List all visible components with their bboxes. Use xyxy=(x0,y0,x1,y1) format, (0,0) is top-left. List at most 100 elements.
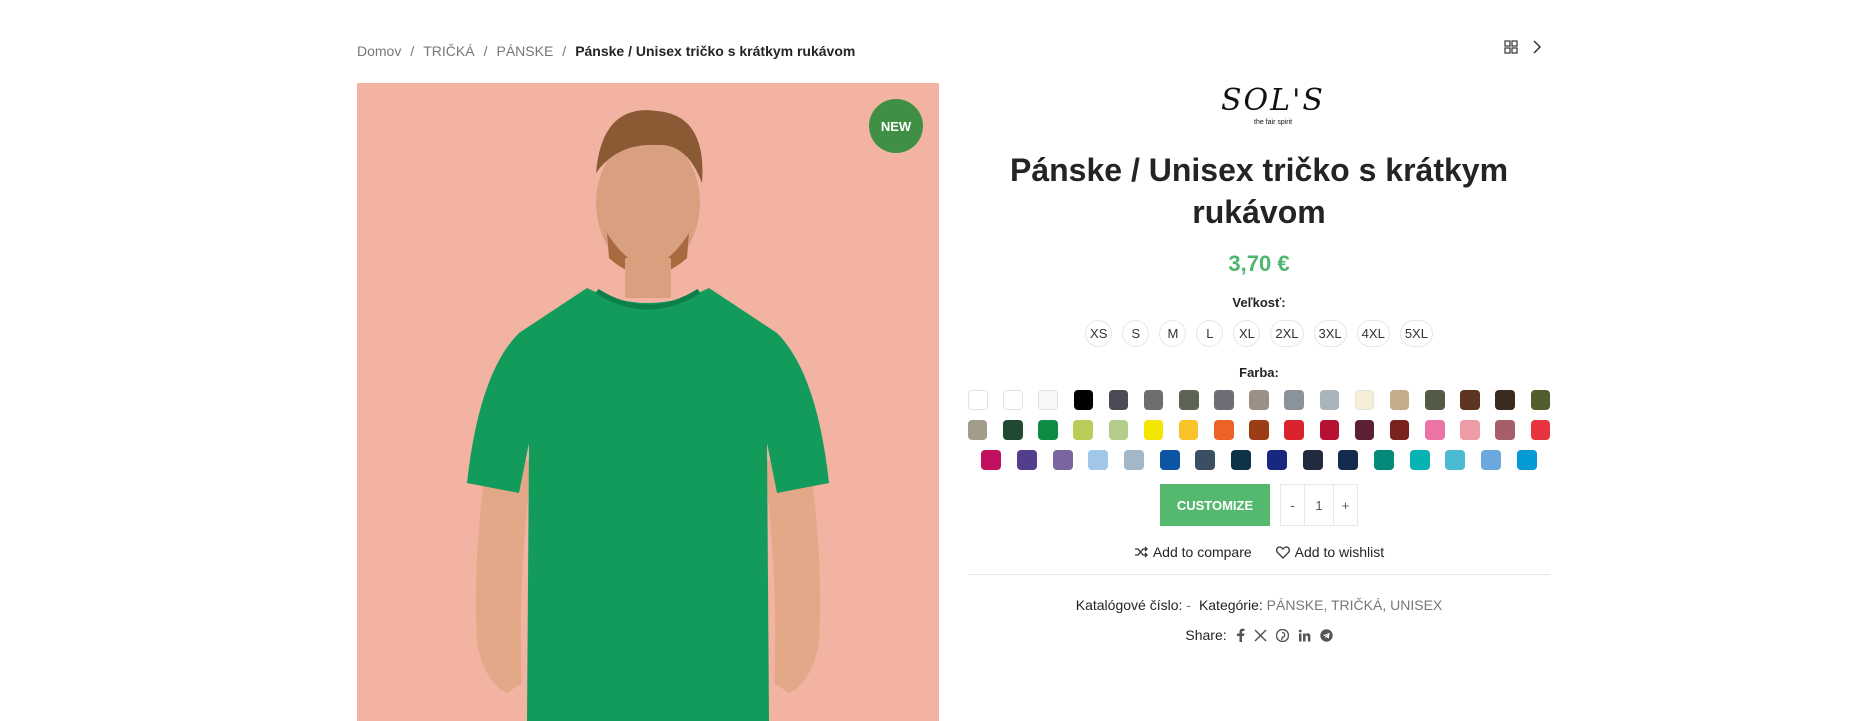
color-swatch[interactable] xyxy=(1214,420,1234,440)
color-swatch[interactable] xyxy=(1409,450,1430,470)
heart-icon xyxy=(1275,545,1290,559)
size-option-s[interactable]: S xyxy=(1122,320,1150,347)
brand-logo[interactable]: SOL'S the fair spirit xyxy=(1209,83,1323,133)
breadcrumb-home[interactable]: Domov xyxy=(357,43,401,59)
breadcrumb-separator: / xyxy=(562,43,567,59)
color-swatch[interactable] xyxy=(1159,450,1180,470)
color-swatch[interactable] xyxy=(1445,450,1466,470)
color-swatch[interactable] xyxy=(1214,390,1234,410)
color-swatch[interactable] xyxy=(1389,420,1410,440)
breadcrumb-separator: / xyxy=(410,43,415,59)
color-swatch[interactable] xyxy=(968,390,988,410)
color-swatch[interactable] xyxy=(1108,390,1129,410)
product-image[interactable]: NEW xyxy=(357,83,939,721)
color-swatch[interactable] xyxy=(1530,420,1550,440)
share-row: Share: xyxy=(968,627,1550,643)
quantity-increase-button[interactable]: + xyxy=(1333,485,1357,525)
x-icon[interactable] xyxy=(1254,628,1267,642)
color-swatch[interactable] xyxy=(1231,450,1252,470)
breadcrumb-panske[interactable]: PÁNSKE xyxy=(496,43,553,59)
breadcrumb-tricka[interactable]: TRIČKÁ xyxy=(423,43,474,59)
color-swatch[interactable] xyxy=(1003,390,1023,410)
size-option-4xl[interactable]: 4XL xyxy=(1356,320,1390,347)
color-swatch[interactable] xyxy=(1143,390,1164,410)
color-swatch[interactable] xyxy=(1088,450,1109,470)
color-swatch[interactable] xyxy=(1302,450,1323,470)
color-swatch[interactable] xyxy=(1480,450,1501,470)
color-swatch[interactable] xyxy=(1354,390,1375,410)
color-swatch[interactable] xyxy=(981,450,1002,470)
color-swatch[interactable] xyxy=(1124,450,1145,470)
customize-button[interactable]: CUSTOMIZE xyxy=(1160,484,1270,526)
color-swatch[interactable] xyxy=(1338,450,1359,470)
facebook-icon[interactable] xyxy=(1236,628,1245,642)
breadcrumb-current: Pánske / Unisex tričko s krátkym rukávom xyxy=(575,43,856,59)
pinterest-icon[interactable] xyxy=(1275,628,1289,642)
shuffle-icon xyxy=(1134,546,1148,558)
color-swatch[interactable] xyxy=(1495,390,1515,410)
brand-tagline: the fair spirit xyxy=(1254,119,1293,126)
quantity-decrease-button[interactable]: - xyxy=(1281,485,1305,525)
color-swatch[interactable] xyxy=(1495,420,1515,440)
add-to-cart-row: CUSTOMIZE - + xyxy=(968,484,1550,526)
color-swatch[interactable] xyxy=(1373,450,1394,470)
color-swatch[interactable] xyxy=(1249,390,1269,410)
color-swatch[interactable] xyxy=(1249,420,1269,440)
color-swatch[interactable] xyxy=(1460,420,1480,440)
color-swatch[interactable] xyxy=(1073,390,1094,410)
sku-value: - xyxy=(1186,597,1191,613)
telegram-icon[interactable] xyxy=(1319,628,1333,642)
color-swatch[interactable] xyxy=(1003,420,1023,440)
size-option-xl[interactable]: XL xyxy=(1233,320,1261,347)
quantity-input[interactable] xyxy=(1305,485,1333,525)
color-swatch[interactable] xyxy=(1284,420,1304,440)
color-swatch[interactable] xyxy=(1073,420,1093,440)
color-swatch[interactable] xyxy=(968,420,988,440)
product-title: Pánske / Unisex tričko s krátkym rukávom xyxy=(1009,152,1509,230)
model-illustration xyxy=(467,110,829,721)
linkedin-icon[interactable] xyxy=(1298,629,1311,642)
category-link-panske[interactable]: PÁNSKE xyxy=(1267,597,1324,613)
color-swatch[interactable] xyxy=(1195,450,1216,470)
add-to-compare-link[interactable]: Add to compare xyxy=(1134,544,1252,560)
color-swatch[interactable] xyxy=(1143,420,1164,440)
color-swatch[interactable] xyxy=(1516,450,1537,470)
color-swatch[interactable] xyxy=(1178,420,1199,440)
color-label: Farba: xyxy=(1239,365,1279,380)
color-swatch[interactable] xyxy=(1319,420,1340,440)
product-nav xyxy=(1504,40,1542,54)
size-option-xs[interactable]: XS xyxy=(1085,320,1113,347)
size-option-5xl[interactable]: 5XL xyxy=(1399,320,1433,347)
swatch-row xyxy=(968,450,1550,470)
color-swatch[interactable] xyxy=(1460,390,1480,410)
chevron-right-icon[interactable] xyxy=(1532,40,1542,54)
add-to-wishlist-link[interactable]: Add to wishlist xyxy=(1275,544,1384,560)
color-swatch[interactable] xyxy=(1108,420,1129,440)
category-link-unisex[interactable]: UNISEX xyxy=(1390,597,1442,613)
size-option-l[interactable]: L xyxy=(1196,320,1224,347)
color-swatch[interactable] xyxy=(1425,390,1445,410)
color-swatch[interactable] xyxy=(1052,450,1073,470)
color-swatch[interactable] xyxy=(1284,390,1304,410)
product-meta: Katalógové číslo: - Kategórie: PÁNSKE, T… xyxy=(968,597,1550,613)
brand-name: SOL'S xyxy=(1221,83,1325,118)
color-swatch[interactable] xyxy=(1266,450,1287,470)
color-swatch[interactable] xyxy=(1038,420,1058,440)
size-option-2xl[interactable]: 2XL xyxy=(1270,320,1304,347)
color-swatch[interactable] xyxy=(1389,390,1410,410)
divider xyxy=(968,574,1550,575)
color-swatch[interactable] xyxy=(1038,390,1058,410)
color-swatch[interactable] xyxy=(1179,390,1199,410)
size-options: XS S M L XL 2XL 3XL 4XL 5XL xyxy=(968,320,1550,347)
color-swatch[interactable] xyxy=(1354,420,1375,440)
color-swatch[interactable] xyxy=(1017,450,1038,470)
color-swatch[interactable] xyxy=(1319,390,1340,410)
color-swatch[interactable] xyxy=(1425,420,1445,440)
product-actions: Add to compare Add to wishlist xyxy=(968,544,1550,560)
color-swatch[interactable] xyxy=(1530,390,1550,410)
size-option-3xl[interactable]: 3XL xyxy=(1313,320,1347,347)
grid-icon[interactable] xyxy=(1504,40,1518,54)
category-link-tricka[interactable]: TRIČKÁ xyxy=(1331,597,1382,613)
size-option-m[interactable]: M xyxy=(1159,320,1187,347)
swatch-row xyxy=(968,420,1550,440)
